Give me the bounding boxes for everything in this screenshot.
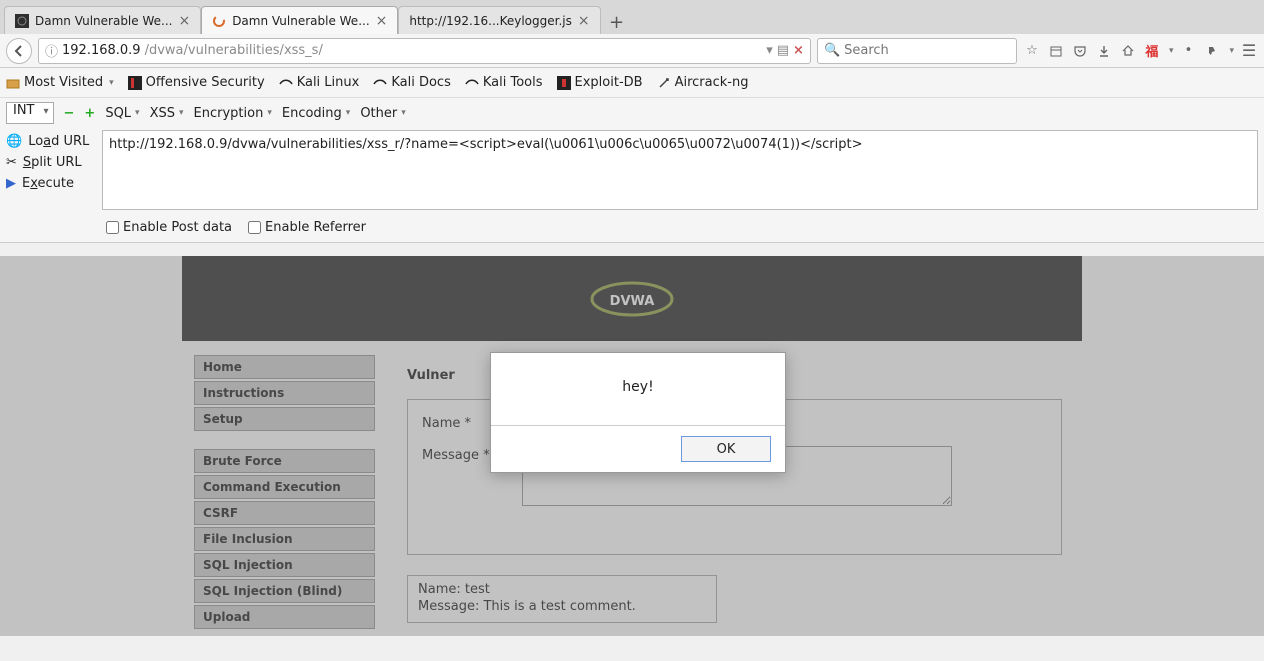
info-icon[interactable]: ⓘ [45, 41, 58, 60]
hackbar-menu-sql[interactable]: SQL▾ [105, 106, 139, 121]
tab-title: Damn Vulnerable We... [35, 14, 172, 28]
home-icon[interactable] [1119, 42, 1137, 60]
tab-2[interactable]: Damn Vulnerable We... × [201, 6, 398, 34]
execute-icon: ▶ [6, 176, 16, 191]
bookmark-aircrack[interactable]: Aircrack-ng [657, 75, 749, 90]
bookmark-most-visited[interactable]: Most Visited▾ [6, 75, 114, 90]
addon-dot-icon[interactable]: • [1179, 42, 1197, 60]
hackbar-menu-encoding[interactable]: Encoding▾ [282, 106, 350, 121]
exploitdb-icon [557, 76, 571, 90]
plus-icon[interactable]: + [84, 106, 95, 121]
tab-1[interactable]: Damn Vulnerable We... × [4, 6, 201, 34]
back-button[interactable] [6, 38, 32, 64]
alert-message: hey! [491, 353, 785, 426]
search-input[interactable] [844, 43, 1014, 58]
url-path: /dvwa/vulnerabilities/xss_s/ [145, 43, 323, 58]
offsec-icon [128, 76, 142, 90]
bookmark-star-icon[interactable]: ☆ [1023, 42, 1041, 60]
reader-dropdown-icon[interactable]: ▾ [766, 43, 773, 58]
hackbar-menu-encryption[interactable]: Encryption▾ [194, 106, 272, 121]
tab-3[interactable]: http://192.16...Keylogger.js × [398, 6, 600, 34]
search-bar[interactable]: 🔍 [817, 38, 1017, 64]
aircrack-icon [657, 76, 671, 90]
menu-icon[interactable]: ☰ [1240, 42, 1258, 60]
javascript-alert: hey! OK [490, 352, 786, 473]
loading-icon [212, 14, 226, 28]
folder-icon [6, 76, 20, 90]
hackbar-menu-other[interactable]: Other▾ [360, 106, 405, 121]
tab-title: http://192.16...Keylogger.js [409, 14, 571, 28]
tab-strip: Damn Vulnerable We... × Damn Vulnerable … [0, 0, 1264, 34]
addon-pin-icon[interactable] [1203, 42, 1221, 60]
enable-referrer-checkbox[interactable]: Enable Referrer [248, 220, 366, 235]
hackbar-db-select[interactable]: INT [6, 102, 54, 124]
bookmark-bar: Most Visited▾ Offensive Security Kali Li… [0, 68, 1264, 98]
load-icon: 🌐 [6, 134, 22, 149]
hackbar-menu-xss[interactable]: XSS▾ [150, 106, 184, 121]
addon-red-icon[interactable]: 福 [1143, 42, 1161, 60]
hackbar-url-input[interactable] [102, 130, 1258, 210]
minus-icon[interactable]: − [64, 106, 75, 121]
enable-post-checkbox[interactable]: Enable Post data [106, 220, 232, 235]
search-icon: 🔍 [824, 43, 840, 58]
url-host: 192.168.0.9 [62, 43, 141, 58]
close-icon[interactable]: × [178, 13, 190, 29]
tab-favicon [15, 14, 29, 28]
url-bar[interactable]: ⓘ 192.168.0.9/dvwa/vulnerabilities/xss_s… [38, 38, 811, 64]
bookmark-offsec[interactable]: Offensive Security [128, 75, 265, 90]
bookmark-kali-tools[interactable]: Kali Tools [465, 75, 543, 90]
navigation-bar: ⓘ 192.168.0.9/dvwa/vulnerabilities/xss_s… [0, 34, 1264, 68]
hackbar-panel: INT − + SQL▾ XSS▾ Encryption▾ Encoding▾ … [0, 98, 1264, 243]
close-icon[interactable]: × [376, 13, 388, 29]
bookmark-exploitdb[interactable]: Exploit-DB [557, 75, 643, 90]
bookmark-kali-docs[interactable]: Kali Docs [373, 75, 451, 90]
kali-icon [373, 76, 387, 90]
library-icon[interactable] [1047, 42, 1065, 60]
hackbar-execute[interactable]: ▶ Execute [6, 176, 96, 191]
kali-icon [465, 76, 479, 90]
bookmark-kali[interactable]: Kali Linux [279, 75, 360, 90]
downloads-icon[interactable] [1095, 42, 1113, 60]
tab-title: Damn Vulnerable We... [232, 14, 369, 28]
new-tab-button[interactable]: + [605, 10, 629, 34]
kali-icon [279, 76, 293, 90]
hackbar-split-url[interactable]: ✂ Split URL [6, 155, 96, 170]
reader-icon[interactable]: ▤ [777, 43, 789, 58]
stop-icon[interactable]: × [793, 43, 804, 58]
split-icon: ✂ [6, 155, 17, 170]
alert-ok-button[interactable]: OK [681, 436, 771, 462]
hackbar-load-url[interactable]: 🌐 Load URL [6, 134, 96, 149]
pocket-icon[interactable] [1071, 42, 1089, 60]
close-icon[interactable]: × [578, 13, 590, 29]
